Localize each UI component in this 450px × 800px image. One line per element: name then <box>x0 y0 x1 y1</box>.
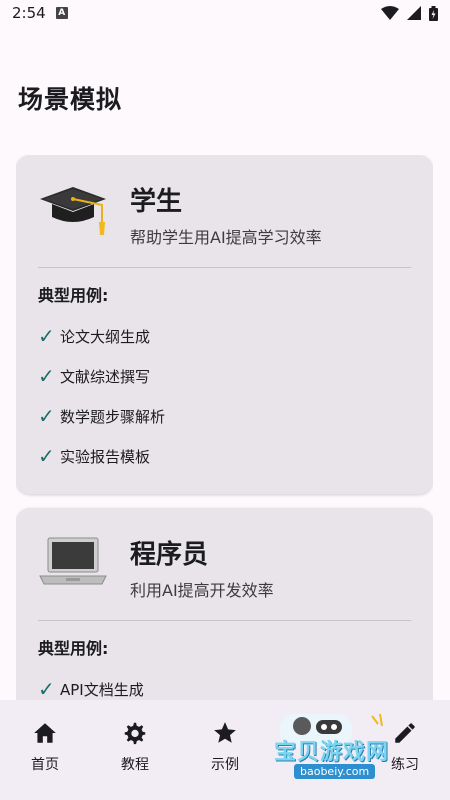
signal-icon <box>407 6 421 20</box>
example-item: ✓ 文献综述撰写 <box>38 364 151 388</box>
card-subtitle: 帮助学生用AI提高学习效率 <box>130 228 322 247</box>
example-item: ✓ 实验报告模板 <box>38 444 151 468</box>
example-item: ✓ 论文大纲生成 <box>38 324 151 348</box>
check-icon: ✓ <box>38 677 55 700</box>
nav-item-tutorial[interactable]: 教程 <box>95 720 175 774</box>
status-time: 2:54 <box>12 4 46 22</box>
nav-item-home[interactable]: 首页 <box>5 720 85 774</box>
star-icon <box>214 722 236 743</box>
watermark-logo: 宝贝游戏网 baobeiy.com <box>272 712 422 784</box>
check-icon: ✓ <box>38 404 55 428</box>
watermark-url: baobeiy.com <box>294 764 376 779</box>
check-icon: ✓ <box>38 364 55 388</box>
nav-label: 示例 <box>211 757 239 773</box>
watermark-text: 宝贝游戏网 <box>274 740 390 765</box>
divider <box>38 267 411 268</box>
divider <box>38 620 411 621</box>
card-subtitle: 利用AI提高开发效率 <box>130 581 274 600</box>
wifi-icon <box>381 6 399 20</box>
examples-label: 典型用例: <box>38 286 109 305</box>
check-icon: ✓ <box>38 324 55 348</box>
nav-label: 教程 <box>121 757 149 773</box>
scenario-card-student[interactable]: 学生 帮助学生用AI提高学习效率 典型用例: ✓ 论文大纲生成 ✓ 文献综述撰写 ✓… <box>16 155 433 494</box>
gear-icon <box>124 722 146 745</box>
example-item: ✓ 数学题步骤解析 <box>38 404 166 428</box>
examples-label: 典型用例: <box>38 639 109 658</box>
nav-label: 首页 <box>31 757 59 773</box>
graduation-cap-icon <box>40 187 106 235</box>
nav-item-examples[interactable]: 示例 <box>185 720 265 774</box>
example-item: ✓ API文档生成 <box>38 677 144 700</box>
check-icon: ✓ <box>38 444 55 468</box>
laptop-icon <box>39 537 107 585</box>
sim-icon: A <box>55 7 68 19</box>
scenario-card-programmer[interactable]: 程序员 利用AI提高开发效率 典型用例: ✓ API文档生成 <box>16 508 433 700</box>
status-bar: 2:54 A <box>0 0 450 26</box>
card-title: 学生 <box>130 187 183 217</box>
scenario-list[interactable]: 学生 帮助学生用AI提高学习效率 典型用例: ✓ 论文大纲生成 ✓ 文献综述撰写 ✓… <box>16 155 433 700</box>
card-title: 程序员 <box>130 540 209 570</box>
home-icon <box>34 723 56 743</box>
battery-icon <box>429 5 438 21</box>
page-title: 场景模拟 <box>18 85 123 114</box>
